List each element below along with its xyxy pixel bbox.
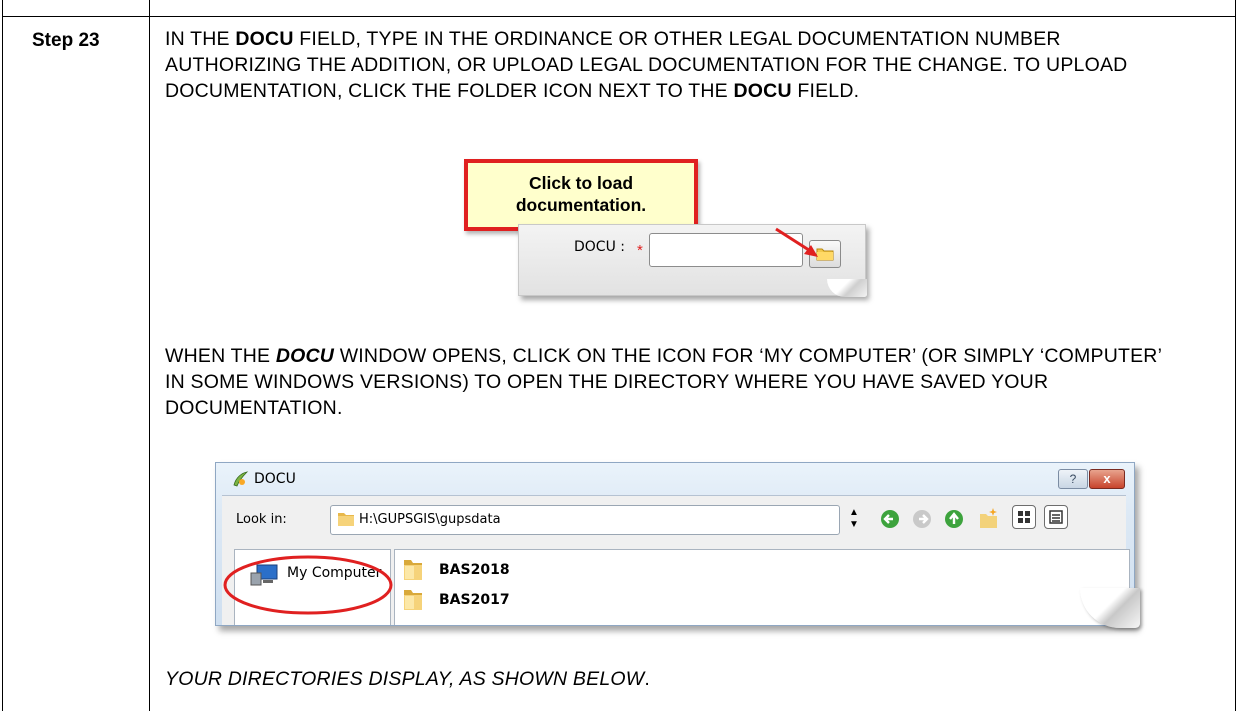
instruction-paragraph-3: YOUR DIRECTORIES DISPLAY, AS SHOWN BELOW… [165,668,650,690]
docu-field-label: DOCU : [574,239,625,255]
back-icon[interactable] [880,509,900,529]
icon-view-icon [1018,511,1030,523]
folder-icon [816,248,834,261]
table-border-right [1235,0,1236,711]
look-in-label: Look in: [236,512,287,527]
table-border-left [2,0,3,711]
page-curl [827,279,867,297]
callout-text: Click to load documentation. [515,173,647,215]
callout-box: Click to load documentation. [464,159,698,231]
instruction-paragraph-1: IN THE DOCU FIELD, TYPE IN THE ORDINANCE… [165,28,1128,102]
sidebar-places: My Computer [234,549,391,625]
qgis-icon [233,471,249,487]
close-button[interactable]: x [1089,469,1125,489]
list-view-button[interactable] [1012,505,1036,529]
detail-view-icon [1049,510,1063,524]
file-dialog-body: Look in: H:\GUPSGIS\gupsdata ▲ ▼ My Comp… [222,495,1130,625]
docu-field-screenshot: DOCU : * [518,224,867,297]
forward-icon[interactable] [912,509,932,529]
required-asterisk: * [637,242,643,259]
dropdown-spinner-icon[interactable]: ▲ ▼ [846,507,862,531]
folder-icon [404,590,422,610]
parent-directory-icon[interactable] [944,509,964,529]
table-row-top [2,16,1236,17]
detail-view-button[interactable] [1044,505,1068,529]
sidebar-item-label: My Computer [287,565,382,581]
folder-icon [404,560,422,580]
window-title: DOCU [254,471,296,487]
docu-input[interactable] [649,233,803,267]
look-in-path: H:\GUPSGIS\gupsdata [359,512,501,527]
new-folder-icon[interactable] [978,506,1000,530]
file-list: BAS2018 BAS2017 [394,549,1130,625]
help-button[interactable]: ? [1058,469,1088,489]
look-in-dropdown[interactable]: H:\GUPSGIS\gupsdata [330,505,840,535]
computer-icon [250,564,278,586]
folder-icon [338,513,354,526]
docu-window: DOCU ? x Look in: H:\GUPSGIS\gupsdata ▲ ▼ [215,462,1135,626]
step-label: Step 23 [32,30,100,51]
file-name: BAS2018 [439,562,510,578]
file-name: BAS2017 [439,592,510,608]
load-documentation-button[interactable] [809,240,841,268]
instruction-paragraph-2: WHEN THE DOCU WINDOW OPENS, CLICK ON THE… [165,345,1162,419]
table-column-divider [149,0,150,711]
